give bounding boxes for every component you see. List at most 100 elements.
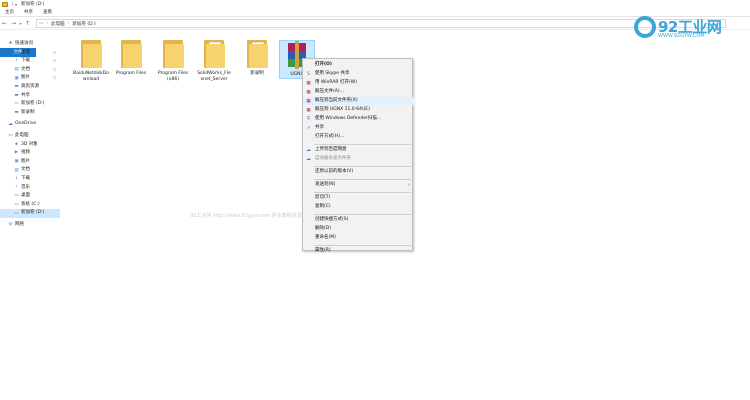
sidebar-item[interactable]: ▭ 桌面 [0, 192, 60, 201]
gear-icon [634, 16, 656, 38]
context-menu-item[interactable]: 打开(O) [303, 61, 414, 69]
menu-separator [314, 165, 411, 167]
context-menu-item[interactable]: S 使用 Skype 共享 [303, 70, 414, 78]
tab-home[interactable]: 主页 [0, 8, 19, 17]
sidebar-item[interactable]: ☁ OneDrive [0, 120, 60, 129]
context-menu-item[interactable]: 重命名(M) [303, 234, 414, 242]
sidebar-item-icon: ↓ [14, 58, 19, 64]
sidebar-item[interactable]: ▣ 图片 [0, 158, 60, 167]
sidebar-item[interactable]: ♪ 音乐 [0, 184, 60, 193]
navigation-pane: ★ 快速访问 ▭ 桌面 ⚲ ↓ 下载 ⚲ ▤ 文档 ⚲ ▣ 图片 ⚲ ▬ 裁剪资源 ▬ 共享 ▭ 新加卷 (D:) ▬ 新… [0, 40, 60, 400]
back-arrow-icon[interactable]: ← [0, 19, 9, 29]
breadcrumb-chevron-icon: › [46, 21, 49, 26]
folder-icon [162, 40, 184, 68]
context-menu-item[interactable]: ▦ 解压到当前文件夹(X) [303, 97, 414, 105]
sidebar-item[interactable]: ▶ 视频 [0, 149, 60, 158]
file-name: BaiduNetdiskDownload [73, 71, 109, 82]
context-menu-item[interactable]: 属性(R) [303, 247, 414, 255]
sidebar-item-label: 裁剪资源 [21, 83, 39, 89]
menu-separator [314, 143, 411, 145]
sidebar-item-icon: ↓ [14, 176, 19, 182]
context-menu-item[interactable]: 剪切(T) [303, 194, 414, 202]
sidebar-item[interactable]: ▬ 裁剪资源 [0, 83, 60, 92]
tab-view[interactable]: 查看 [38, 8, 57, 17]
breadcrumb-this-pc[interactable]: 此电脑 [51, 21, 65, 27]
sidebar-item-label: 网络 [15, 221, 24, 227]
file-item[interactable]: SolidWorks_Flexnet_Server [196, 40, 232, 83]
context-menu: 打开(O) S 使用 Skype 共享 ▦ 用 WinRAR 打开(W) ▦ 解压文件(A)… [302, 58, 414, 253]
breadcrumb-drive-d[interactable]: 新加卷 (D:) [72, 21, 95, 27]
menu-item-label: 自动备份该文件夹 [315, 156, 351, 161]
forward-arrow-icon[interactable]: → [9, 19, 18, 29]
sidebar-item-label: 系统 (C:) [21, 201, 40, 207]
context-menu-item[interactable]: 还原以前的版本(V) [303, 168, 414, 176]
context-menu-item[interactable]: ▦ 解压文件(A)... [303, 88, 414, 96]
sidebar-item[interactable]: ▭ 系统 (C:) [0, 201, 60, 210]
file-item[interactable]: 新录制 [239, 40, 275, 77]
sidebar-item[interactable]: ↓ 下载 ⚲ [0, 57, 60, 66]
context-menu-item[interactable]: ↗ 共享 [303, 124, 414, 132]
file-name: Program Files [115, 71, 147, 76]
submenu-arrow-icon: › [408, 182, 410, 188]
pin-icon: ⚲ [53, 49, 56, 55]
sidebar-item-icon: ▭ [8, 133, 13, 139]
quick-access-toolbar[interactable]: ▾ [15, 2, 17, 7]
file-name: SolidWorks_Flexnet_Server [197, 71, 231, 82]
sidebar-item-icon: ▤ [14, 167, 19, 173]
sidebar-item[interactable]: ▭ 此电脑 [0, 132, 60, 141]
pc-icon: ▭ [39, 21, 44, 26]
sidebar-item-label: OneDrive [15, 121, 37, 127]
sidebar-item-label: 桌面 [21, 193, 30, 199]
context-menu-item[interactable]: 打开方式(H)... [303, 133, 414, 141]
up-arrow-icon[interactable]: ↑ [23, 19, 32, 29]
sidebar-item[interactable]: ◈ 3D 对象 [0, 141, 60, 150]
sidebar-item-icon: ▭ [14, 201, 19, 207]
context-menu-item[interactable]: ▦ 用 WinRAR 打开(W) [303, 79, 414, 87]
menu-item-label: 还原以前的版本(V) [315, 169, 354, 174]
menu-item-label: 共享 [315, 125, 324, 130]
sidebar-item[interactable]: ▣ 图片 ⚲ [0, 74, 60, 83]
context-menu-item[interactable]: 删除(D) [303, 225, 414, 233]
address-input[interactable]: ▭ › 此电脑 › 新加卷 (D:) [36, 19, 726, 28]
menu-item-label: 解压文件(A)... [315, 89, 344, 94]
sidebar-item[interactable]: ▤ 文档 ⚲ [0, 66, 60, 75]
sidebar-item[interactable]: ◎ 网络 [0, 221, 60, 230]
sidebar-item[interactable]: ↓ 下载 [0, 175, 60, 184]
menu-item-label: 属性(R) [315, 248, 331, 253]
context-menu-item[interactable]: ☁ 上传到百度网盘 [303, 146, 414, 154]
context-menu-item[interactable]: 复制(C) [303, 203, 414, 211]
sidebar-item-icon: ▬ [14, 92, 19, 98]
menu-item-label: 使用 Windows Defender扫描... [315, 116, 382, 121]
context-menu-item[interactable]: ⛨ 使用 Windows Defender扫描... [303, 115, 414, 123]
context-menu-item[interactable]: ☁ 自动备份该文件夹 [303, 155, 414, 163]
sidebar-item-label: 共享 [21, 92, 30, 98]
file-item[interactable]: Program Files [113, 40, 149, 77]
breadcrumb-chevron-icon: › [67, 21, 70, 26]
sidebar-item[interactable]: ★ 快速访问 [0, 40, 60, 49]
folder-icon [120, 40, 142, 68]
pin-icon: ⚲ [53, 66, 56, 72]
context-menu-item[interactable]: ▦ 解压到 UGNX 11.0-64\(E) [303, 106, 414, 114]
file-name: 新录制 [250, 71, 264, 76]
sidebar-item-icon: ▶ [14, 150, 19, 156]
context-menu-item[interactable]: 创建快捷方式(S) [303, 216, 414, 224]
menu-separator [314, 191, 411, 193]
sidebar-item-icon: ▭ [14, 101, 19, 107]
file-item[interactable]: BaiduNetdiskDownload [73, 40, 109, 83]
pin-icon: ⚲ [53, 75, 56, 81]
sidebar-item[interactable]: ▭ 新加卷 (D:) [0, 100, 60, 109]
menu-item-label: 剪切(T) [315, 195, 331, 200]
sidebar-item[interactable]: ▭ 桌面 ⚲ [0, 49, 60, 58]
context-menu-item[interactable]: 发送到(N) › [303, 181, 414, 189]
file-item[interactable]: Program Files (x86) [155, 40, 191, 83]
tab-share[interactable]: 共享 [19, 8, 38, 17]
folder-icon [246, 40, 268, 68]
sidebar-item[interactable]: ▭ 新加卷 (D:) [0, 209, 60, 218]
menu-item-label: 发送到(N) [315, 182, 336, 187]
sidebar-item[interactable]: ▤ 文档 [0, 166, 60, 175]
sidebar-item-label: 新加卷 (D:) [21, 210, 45, 216]
menu-item-icon: S [307, 71, 310, 77]
sidebar-item-icon: ♪ [15, 184, 18, 190]
sidebar-item[interactable]: ▬ 共享 [0, 92, 60, 101]
sidebar-item[interactable]: ▬ 新录制 [0, 109, 60, 118]
